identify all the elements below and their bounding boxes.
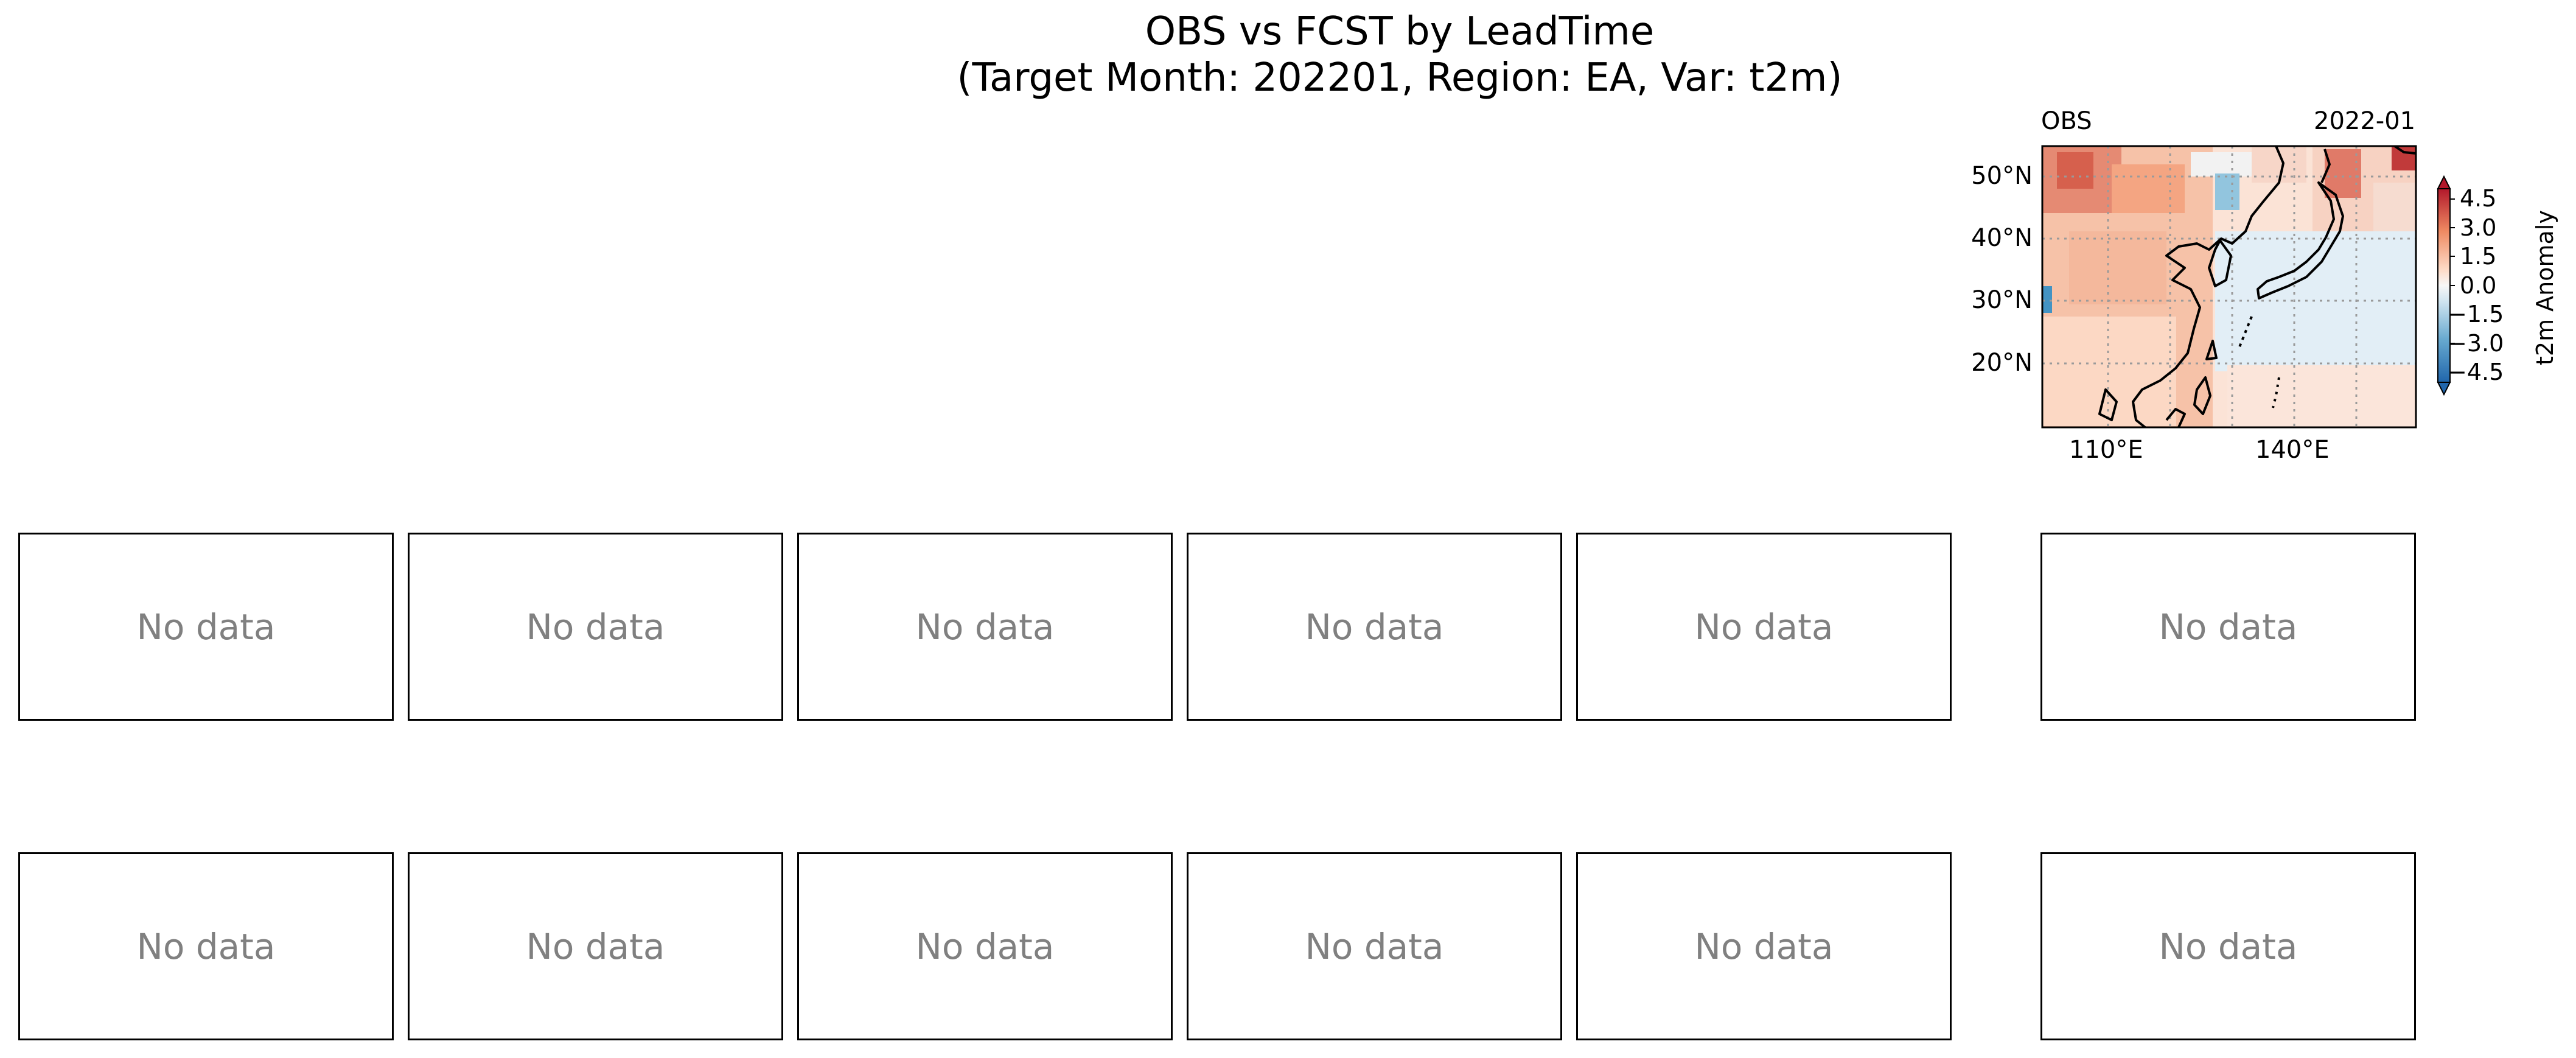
colorbar-label: t2m Anomaly (2532, 210, 2558, 365)
row2-panel-6: No data (2040, 852, 2416, 1040)
cbar-tick-5: −3.0 (2448, 330, 2504, 357)
row1-panel-1: No data (18, 533, 394, 721)
no-data-text: No data (915, 925, 1055, 967)
row2-panel-1: No data (18, 852, 394, 1040)
no-data-text: No data (136, 925, 276, 967)
no-data-text: No data (2159, 925, 2298, 967)
no-data-text: No data (1694, 606, 1834, 648)
lat-tick-30: 30°N (1971, 286, 2033, 314)
cbar-tick-3: 0.0 (2460, 272, 2497, 299)
cbar-tick-0: 4.5 (2460, 185, 2497, 212)
no-data-text: No data (526, 606, 665, 648)
row1-panel-6: No data (2040, 533, 2416, 721)
row1-panel-2: No data (408, 533, 783, 721)
row1-panel-3: No data (797, 533, 1173, 721)
lat-tick-20: 20°N (1971, 349, 2033, 377)
cbar-tick-6: −4.5 (2448, 359, 2504, 385)
row2-panel-3: No data (797, 852, 1173, 1040)
row2-panel-2: No data (408, 852, 783, 1040)
lon-tick-110: 110°E (2069, 436, 2143, 464)
no-data-text: No data (2159, 606, 2298, 648)
no-data-text: No data (526, 925, 665, 967)
lat-tick-50: 50°N (1971, 162, 2033, 190)
no-data-text: No data (1305, 925, 1444, 967)
no-data-text: No data (1694, 925, 1834, 967)
cbar-tick-4: −1.5 (2448, 301, 2504, 328)
lat-tick-40: 40°N (1971, 224, 2033, 252)
cbar-tick-2: 1.5 (2460, 243, 2497, 270)
row2-panel-5: No data (1576, 852, 1952, 1040)
row1-panel-4: No data (1187, 533, 1562, 721)
row2-panel-4: No data (1187, 852, 1562, 1040)
lon-tick-140: 140°E (2255, 436, 2330, 464)
no-data-text: No data (1305, 606, 1444, 648)
obs-anomaly-field (2042, 146, 2416, 427)
row1-panel-5: No data (1576, 533, 1952, 721)
no-data-text: No data (915, 606, 1055, 648)
no-data-text: No data (136, 606, 276, 648)
cbar-tick-1: 3.0 (2460, 214, 2497, 241)
